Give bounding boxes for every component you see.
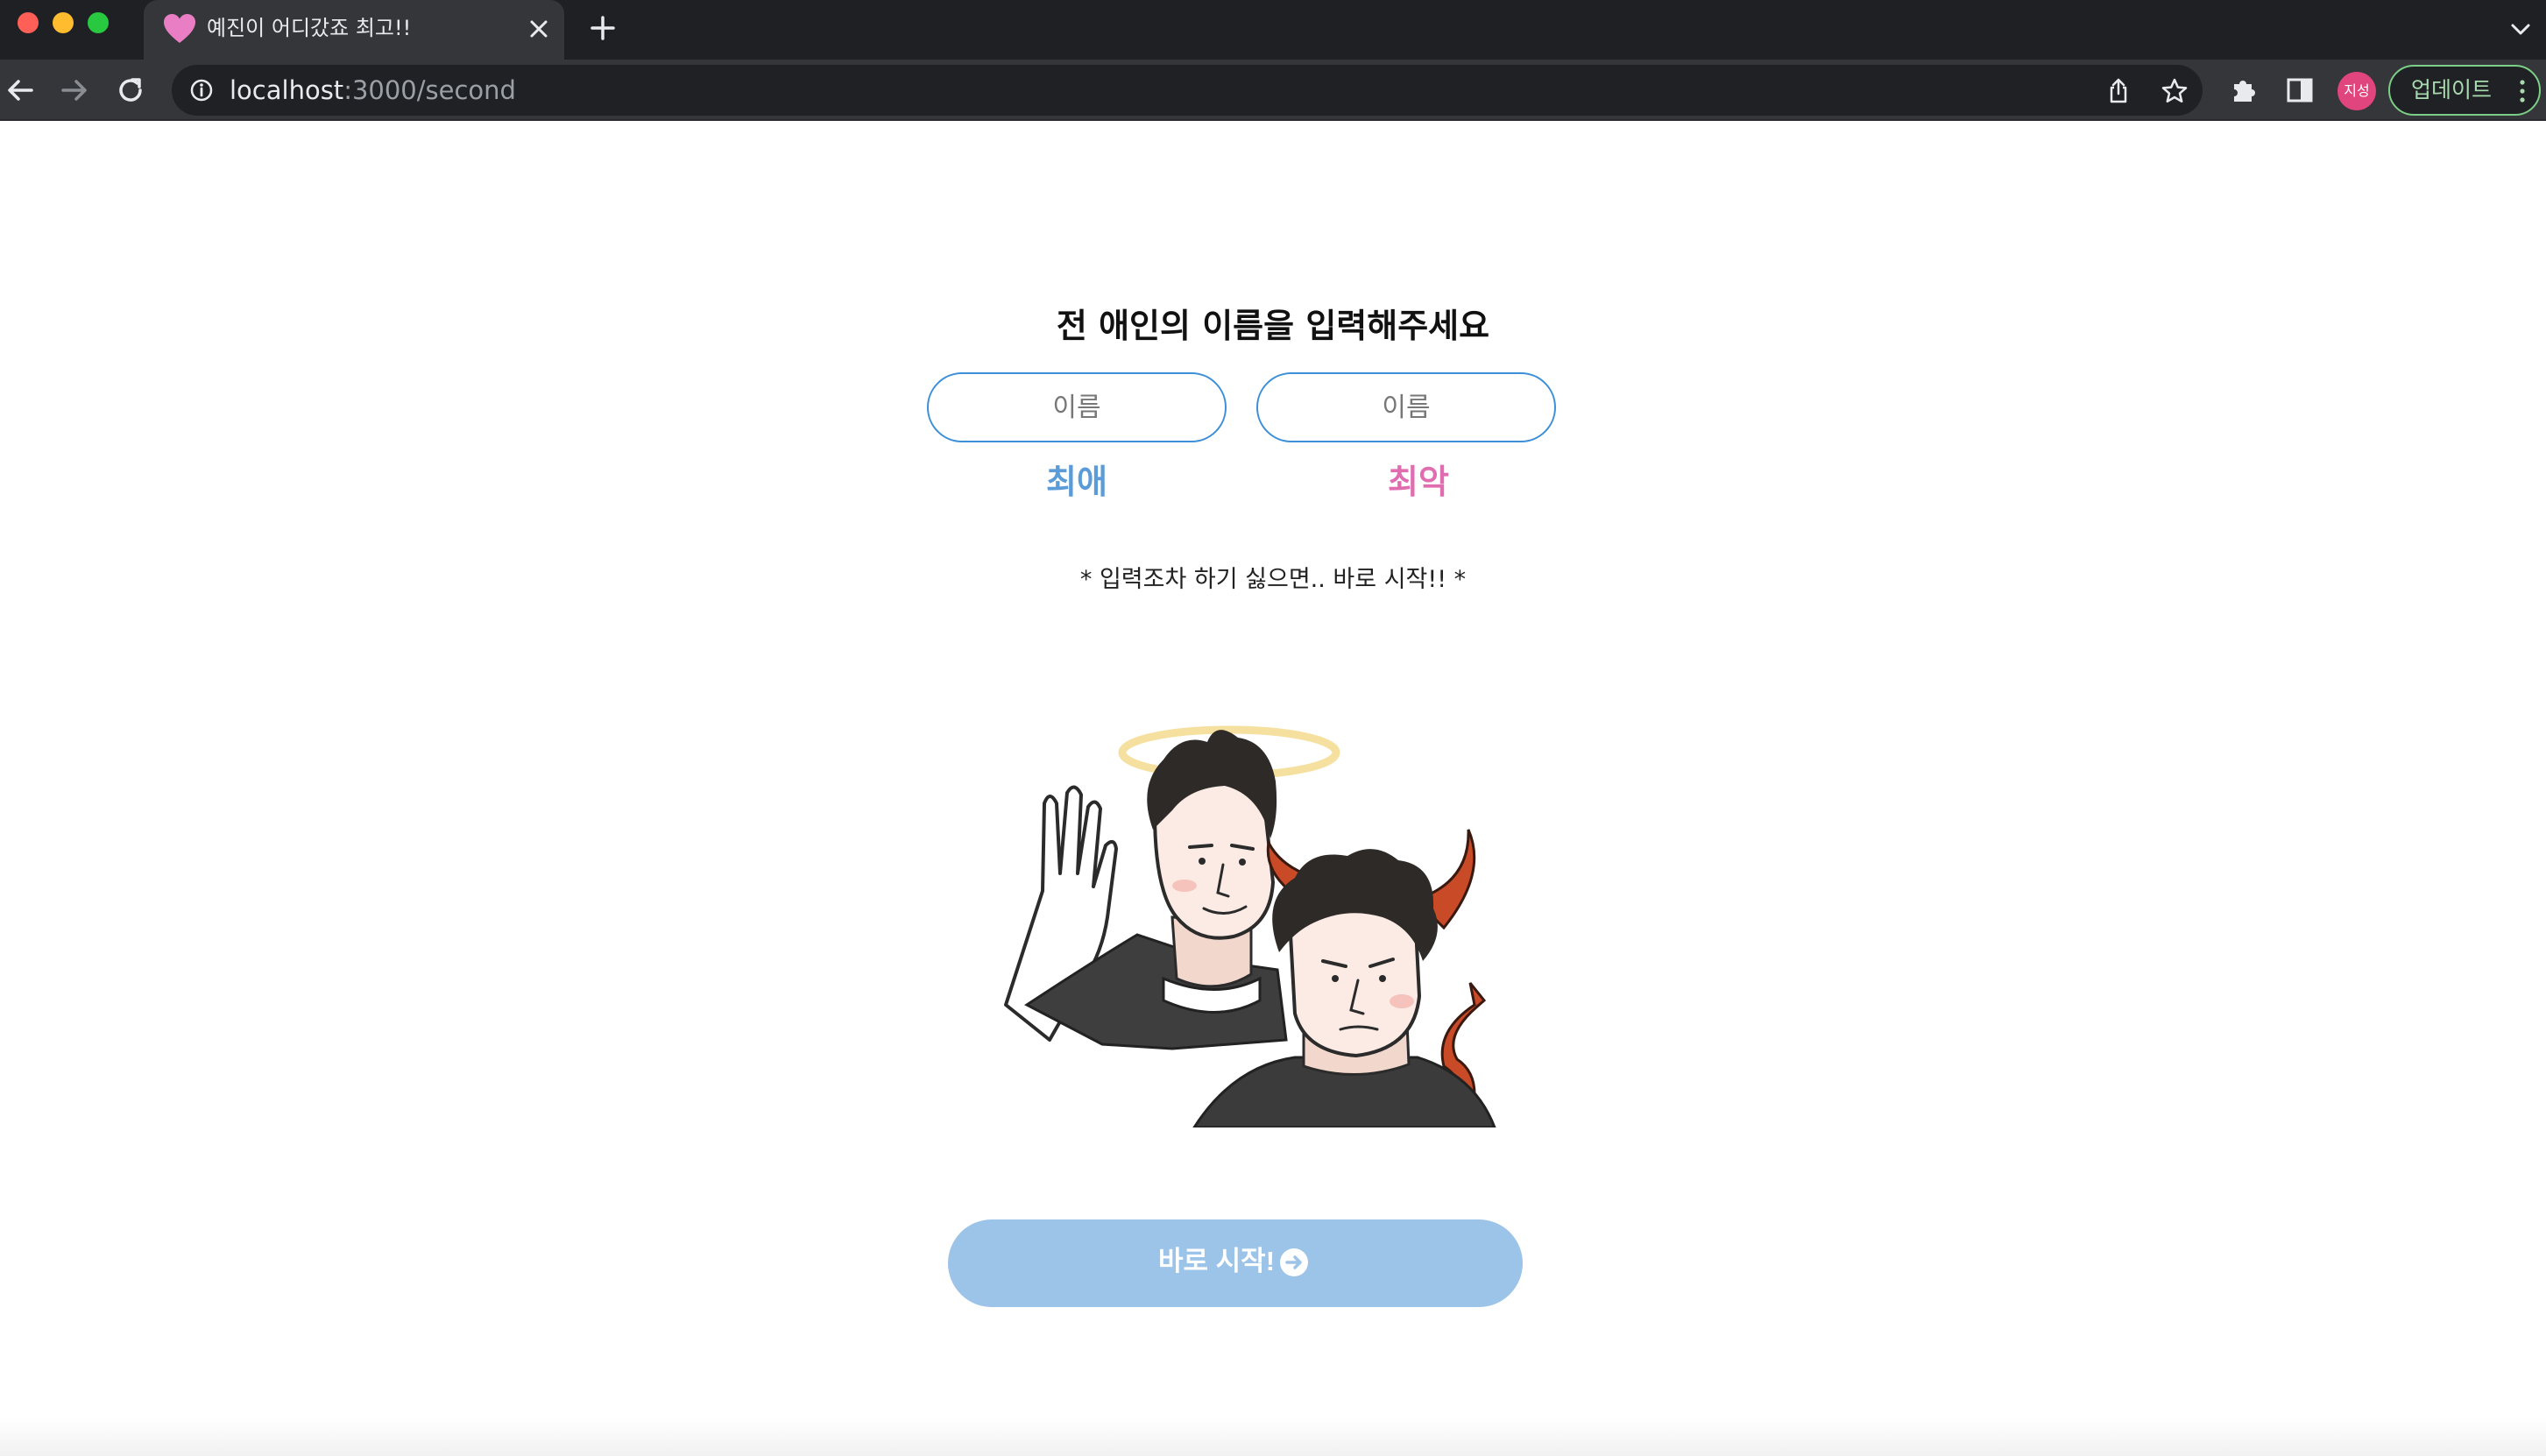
- browser-toolbar: localhost:3000/second 지성 업데이트: [0, 60, 2546, 121]
- url-path: :3000/second: [343, 75, 516, 105]
- profile-avatar[interactable]: 지성: [2337, 72, 2376, 110]
- arrow-right-circle-icon: [1280, 1248, 1308, 1276]
- reload-icon[interactable]: [114, 74, 147, 107]
- side-panel-icon[interactable]: [2285, 75, 2315, 105]
- best-ex-name-input[interactable]: [927, 372, 1227, 442]
- worst-ex-name-input[interactable]: [1256, 372, 1556, 442]
- window-zoom-button[interactable]: [88, 12, 109, 33]
- address-bar[interactable]: localhost:3000/second: [172, 65, 2203, 116]
- chrome-update-button[interactable]: 업데이트: [2388, 65, 2541, 116]
- new-tab-icon[interactable]: [589, 14, 617, 42]
- back-arrow-icon[interactable]: [4, 74, 37, 107]
- site-info-icon[interactable]: [189, 78, 214, 102]
- tab-search-chevron-icon[interactable]: [2507, 16, 2534, 42]
- window-minimize-button[interactable]: [53, 12, 74, 33]
- start-button-label: 바로 시작!: [1158, 1246, 1276, 1276]
- page-headline: 전 애인의 이름을 입력해주세요: [1056, 307, 1490, 345]
- angel-devil-illustration: [1004, 725, 1496, 1127]
- forward-arrow-icon[interactable]: [58, 74, 91, 107]
- heart-favicon-icon: [164, 14, 195, 43]
- extensions-puzzle-icon[interactable]: [2229, 75, 2259, 105]
- page-content: 전 애인의 이름을 입력해주세요 최애 최악 * 입력조차 하기 싫으면.. 바…: [0, 122, 2546, 1456]
- window-close-button[interactable]: [18, 12, 39, 33]
- tab-title: 예진이 어디갔죠 최고!!: [207, 16, 412, 40]
- close-tab-icon[interactable]: [527, 18, 550, 40]
- url-text: localhost:3000/second: [230, 65, 516, 116]
- more-vert-icon[interactable]: [2516, 79, 2528, 103]
- skip-hint-text: * 입력조차 하기 싫으면.. 바로 시작!! *: [1079, 566, 1467, 593]
- browser-tab-active[interactable]: 예진이 어디갔죠 최고!!: [144, 0, 564, 60]
- browser-tab-bar: 예진이 어디갔죠 최고!!: [0, 0, 2546, 60]
- share-icon[interactable]: [2104, 77, 2132, 105]
- worst-label: 최악: [1388, 463, 1449, 501]
- page-bottom-shadow: [0, 1418, 2546, 1456]
- start-now-button[interactable]: 바로 시작!: [948, 1219, 1523, 1307]
- update-button-label: 업데이트: [2411, 77, 2493, 102]
- best-label: 최애: [1046, 463, 1107, 501]
- url-host: localhost: [230, 75, 344, 105]
- bookmark-star-icon[interactable]: [2161, 77, 2189, 105]
